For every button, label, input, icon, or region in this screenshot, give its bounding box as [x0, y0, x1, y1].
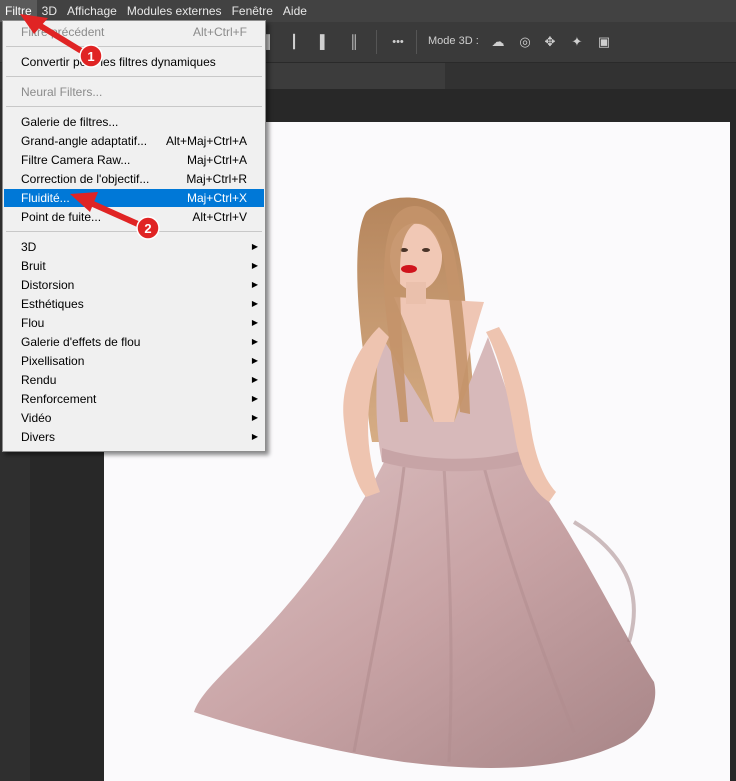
menu-item-label: Correction de l'objectif...: [21, 172, 150, 186]
menu-item-label: Fluidité...: [21, 191, 70, 205]
slide-3d-icon[interactable]: ✦: [569, 34, 585, 50]
menu-item-shortcut: Alt+Ctrl+F: [192, 25, 247, 39]
more-options-icon[interactable]: •••: [388, 34, 408, 50]
menu-item-label: Bruit: [21, 259, 46, 273]
menu-affichage[interactable]: Affichage: [62, 0, 122, 22]
menu-aide[interactable]: Aide: [278, 0, 312, 22]
align-center-icon[interactable]: ┃: [286, 34, 302, 50]
submenu-3d[interactable]: 3D ▶: [4, 238, 264, 256]
menu-item-label: Rendu: [21, 373, 57, 387]
menu-item-shortcut: Maj+Ctrl+A: [186, 153, 247, 167]
menu-item-label: Esthétiques: [21, 297, 84, 311]
distribute-icon[interactable]: ║: [346, 34, 362, 50]
submenu-esthetiques[interactable]: Esthétiques ▶: [4, 295, 264, 313]
menu-item-label: Renforcement: [21, 392, 97, 406]
menu-separator: [6, 76, 262, 77]
submenu-pixellisation[interactable]: Pixellisation ▶: [4, 352, 264, 370]
menu-item-adaptive-wide-angle[interactable]: Grand-angle adaptatif... Alt+Maj+Ctrl+A: [4, 132, 264, 150]
menu-separator: [6, 106, 262, 107]
menu-item-vanishing-point[interactable]: Point de fuite... Alt+Ctrl+V: [4, 208, 264, 226]
menu-item-lens-correction[interactable]: Correction de l'objectif... Maj+Ctrl+R: [4, 170, 264, 188]
mode-3d-label: Mode 3D :: [428, 35, 479, 47]
submenu-arrow-icon: ▶: [251, 356, 258, 365]
menu-separator: [6, 46, 262, 47]
menu-item-convert-smart-filters[interactable]: Convertir pour les filtres dynamiques: [4, 53, 264, 71]
submenu-arrow-icon: ▶: [251, 432, 258, 441]
menu-item-label: Point de fuite...: [21, 210, 102, 224]
menu-item-neural-filters: Neural Filters...: [4, 83, 264, 101]
menu-modules-externes[interactable]: Modules externes: [122, 0, 227, 22]
menu-item-label: Divers: [21, 430, 56, 444]
align-right-icon[interactable]: ▐: [312, 34, 328, 50]
menu-item-label: Galerie de filtres...: [21, 115, 119, 129]
submenu-renforcement[interactable]: Renforcement ▶: [4, 390, 264, 408]
menu-3d[interactable]: 3D: [37, 0, 62, 22]
menu-item-shortcut: Alt+Ctrl+V: [192, 210, 247, 224]
menu-item-camera-raw[interactable]: Filtre Camera Raw... Maj+Ctrl+A: [4, 151, 264, 169]
menu-fenetre[interactable]: Fenêtre: [227, 0, 278, 22]
filter-dropdown-menu: Filtre précédent Alt+Ctrl+F Convertir po…: [2, 20, 266, 452]
menu-item-shortcut: Maj+Ctrl+X: [186, 191, 247, 205]
submenu-arrow-icon: ▶: [251, 261, 258, 270]
submenu-arrow-icon: ▶: [251, 280, 258, 289]
drag-3d-icon[interactable]: ✥: [542, 34, 558, 50]
menu-item-last-filter: Filtre précédent Alt+Ctrl+F: [4, 23, 264, 41]
submenu-flou[interactable]: Flou ▶: [4, 314, 264, 332]
menu-item-label: Galerie d'effets de flou: [21, 335, 141, 349]
orbit-3d-icon[interactable]: ☁: [490, 34, 506, 50]
submenu-distorsion[interactable]: Distorsion ▶: [4, 276, 264, 294]
menu-separator: [6, 231, 262, 232]
document-tab[interactable]: [265, 63, 445, 89]
submenu-arrow-icon: ▶: [251, 242, 258, 251]
submenu-blur-gallery[interactable]: Galerie d'effets de flou ▶: [4, 333, 264, 351]
menu-filtre[interactable]: Filtre: [0, 0, 37, 22]
submenu-arrow-icon: ▶: [251, 299, 258, 308]
menu-item-label: Filtre précédent: [21, 25, 105, 39]
menu-item-label: Vidéo: [21, 411, 52, 425]
menu-item-label: Filtre Camera Raw...: [21, 153, 131, 167]
divider: [416, 30, 417, 54]
menu-item-shortcut: Alt+Maj+Ctrl+A: [165, 134, 247, 148]
menu-item-label: Grand-angle adaptatif...: [21, 134, 148, 148]
menu-item-label: Convertir pour les filtres dynamiques: [21, 55, 216, 69]
submenu-rendu[interactable]: Rendu ▶: [4, 371, 264, 389]
menu-item-label: Distorsion: [21, 278, 75, 292]
submenu-arrow-icon: ▶: [251, 337, 258, 346]
menu-item-label: 3D: [21, 240, 37, 254]
menu-item-label: Neural Filters...: [21, 85, 103, 99]
menu-item-filter-gallery[interactable]: Galerie de filtres...: [4, 113, 264, 131]
menu-item-label: Pixellisation: [21, 354, 85, 368]
submenu-arrow-icon: ▶: [251, 318, 258, 327]
menu-item-label: Flou: [21, 316, 45, 330]
roll-3d-icon[interactable]: ◎: [517, 34, 533, 50]
menu-bar: Filtre 3D Affichage Modules externes Fen…: [0, 0, 736, 22]
video-camera-icon[interactable]: ▣: [596, 34, 612, 50]
submenu-arrow-icon: ▶: [251, 413, 258, 422]
submenu-arrow-icon: ▶: [251, 394, 258, 403]
submenu-arrow-icon: ▶: [251, 375, 258, 384]
menu-item-liquify[interactable]: Fluidité... Maj+Ctrl+X: [4, 189, 264, 207]
submenu-bruit[interactable]: Bruit ▶: [4, 257, 264, 275]
menu-item-shortcut: Maj+Ctrl+R: [186, 172, 247, 186]
submenu-video[interactable]: Vidéo ▶: [4, 409, 264, 427]
divider: [376, 30, 377, 54]
submenu-divers[interactable]: Divers ▶: [4, 428, 264, 446]
